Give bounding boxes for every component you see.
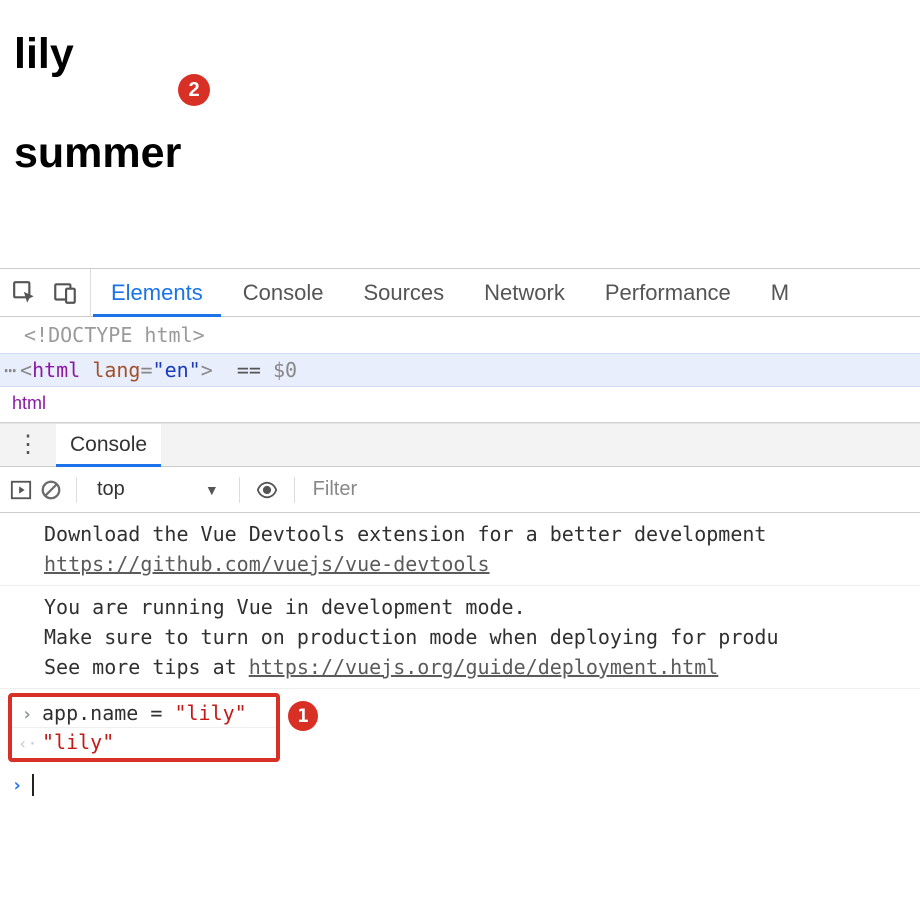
console-prompt[interactable]: › — [0, 768, 920, 802]
heading-name: lily — [14, 30, 906, 79]
inspect-element-icon[interactable] — [12, 280, 38, 306]
log-message: Download the Vue Devtools extension for … — [0, 513, 920, 586]
devtools-icon-group — [0, 269, 91, 316]
page-body: lily 2 summer — [0, 0, 920, 268]
console-command: app.name = "lily" — [42, 701, 247, 725]
tab-network[interactable]: Network — [464, 269, 585, 316]
log-text: See more tips at — [44, 655, 249, 679]
context-value: top — [97, 478, 125, 501]
chevron-down-icon: ▼ — [205, 482, 219, 498]
log-link[interactable]: https://vuejs.org/guide/deployment.html — [249, 655, 719, 679]
play-icon[interactable] — [10, 479, 32, 501]
log-message: You are running Vue in development mode.… — [0, 586, 920, 689]
text-cursor — [32, 774, 34, 796]
tab-console[interactable]: Console — [223, 269, 344, 316]
console-toolbar: top ▼ — [0, 467, 920, 513]
separator — [76, 477, 77, 503]
breadcrumb[interactable]: html — [0, 387, 920, 423]
tab-more[interactable]: M — [751, 269, 809, 316]
annotation-badge-2: 2 — [178, 74, 210, 106]
log-text: You are running Vue in development mode. — [44, 595, 526, 619]
highlight-box: › app.name = "lily" ‹· "lily" — [8, 693, 280, 762]
console-result: "lily" — [42, 730, 114, 754]
console-input-row: › app.name = "lily" — [12, 699, 276, 727]
html-node-selected[interactable]: ⋯ <html lang="en"> == $0 — [0, 353, 920, 387]
console-drawer-tab[interactable]: Console — [56, 424, 161, 466]
drawer-menu-icon[interactable]: ⋮ — [0, 433, 50, 457]
separator — [294, 477, 295, 503]
context-select[interactable]: top ▼ — [91, 476, 225, 503]
elements-tree[interactable]: <!DOCTYPE html> ⋯ <html lang="en"> == $0 — [0, 317, 920, 387]
log-text: Make sure to turn on production mode whe… — [44, 625, 779, 649]
devtools-tabbar: Elements Console Sources Network Perform… — [0, 269, 920, 317]
separator — [239, 477, 240, 503]
console-drawer-tabbar: ⋮ Console — [0, 423, 920, 467]
input-caret-icon: › — [18, 704, 36, 725]
console-result-row: ‹· "lily" — [12, 727, 276, 756]
heading-season: summer — [14, 129, 906, 178]
console-history-highlight: › app.name = "lily" ‹· "lily" 1 — [8, 693, 280, 762]
ellipsis-icon: ⋯ — [0, 358, 14, 382]
doctype-node[interactable]: <!DOCTYPE html> — [0, 317, 920, 353]
devtools-panel: Elements Console Sources Network Perform… — [0, 268, 920, 802]
eye-icon[interactable] — [254, 479, 280, 501]
filter-input[interactable] — [309, 476, 910, 503]
tab-performance[interactable]: Performance — [585, 269, 751, 316]
clear-console-icon[interactable] — [40, 479, 62, 501]
log-link[interactable]: https://github.com/vuejs/vue-devtools — [44, 552, 490, 576]
tab-sources[interactable]: Sources — [343, 269, 464, 316]
device-toolbar-icon[interactable] — [52, 280, 78, 306]
annotation-badge-1: 1 — [288, 701, 318, 731]
log-text: Download the Vue Devtools extension for … — [44, 522, 766, 546]
console-log: Download the Vue Devtools extension for … — [0, 513, 920, 802]
result-caret-icon: ‹· — [18, 734, 36, 753]
tab-elements[interactable]: Elements — [91, 269, 223, 316]
prompt-caret-icon: › — [8, 775, 26, 796]
